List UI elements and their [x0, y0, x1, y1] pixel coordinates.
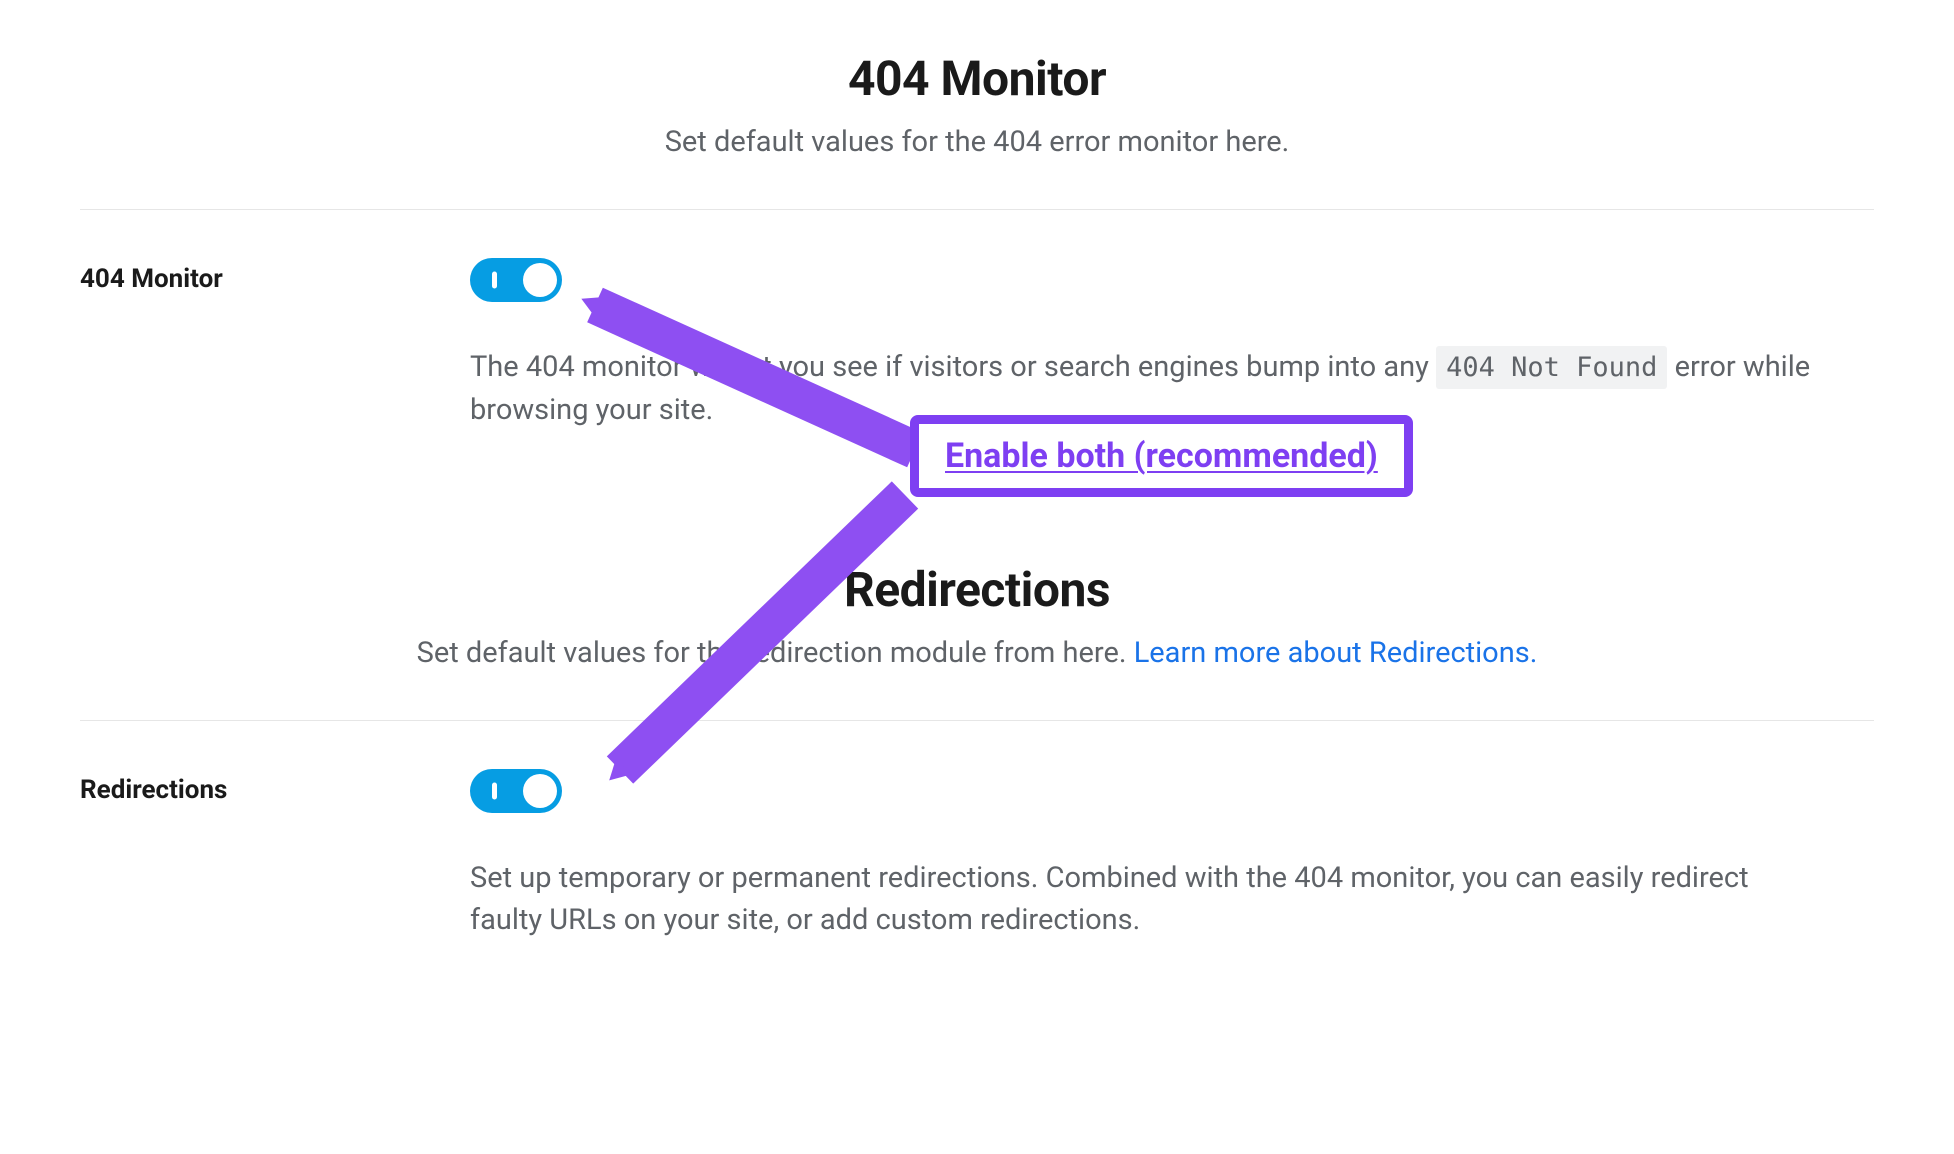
toggle-on-indicator-icon	[492, 272, 497, 289]
section-subtitle-404-monitor: Set default values for the 404 error mon…	[80, 125, 1874, 159]
desc-redirections: Set up temporary or permanent redirectio…	[470, 857, 1820, 941]
annotation-text: Enable both (recommended)	[945, 436, 1378, 476]
row-404-monitor: 404 Monitor The 404 monitor will let you…	[80, 210, 1874, 431]
section-header-404-monitor: 404 Monitor Set default values for the 4…	[80, 50, 1874, 159]
row-redirections: Redirections Set up temporary or permane…	[80, 721, 1874, 941]
toggle-knob-icon	[523, 263, 557, 297]
annotation-callout: Enable both (recommended)	[910, 415, 1413, 497]
row-label-404-monitor: 404 Monitor	[80, 258, 470, 294]
section-header-redirections: Redirections Set default values for the …	[80, 561, 1874, 670]
section-title-redirections: Redirections	[80, 561, 1874, 618]
toggle-knob-icon	[523, 774, 557, 808]
section-subtitle-redirections: Set default values for the redirection m…	[80, 636, 1874, 670]
toggle-404-monitor[interactable]	[470, 258, 562, 302]
toggle-redirections[interactable]	[470, 769, 562, 813]
subtitle-redir-pre: Set default values for the redirection m…	[417, 636, 1134, 670]
code-chip-404: 404 Not Found	[1436, 346, 1667, 389]
toggle-on-indicator-icon	[492, 783, 497, 800]
link-learn-more-redirections[interactable]: Learn more about Redirections.	[1134, 636, 1538, 670]
desc-404-pre: The 404 monitor will let you see if visi…	[470, 350, 1436, 384]
section-title-404-monitor: 404 Monitor	[80, 50, 1874, 107]
row-label-redirections: Redirections	[80, 769, 470, 805]
